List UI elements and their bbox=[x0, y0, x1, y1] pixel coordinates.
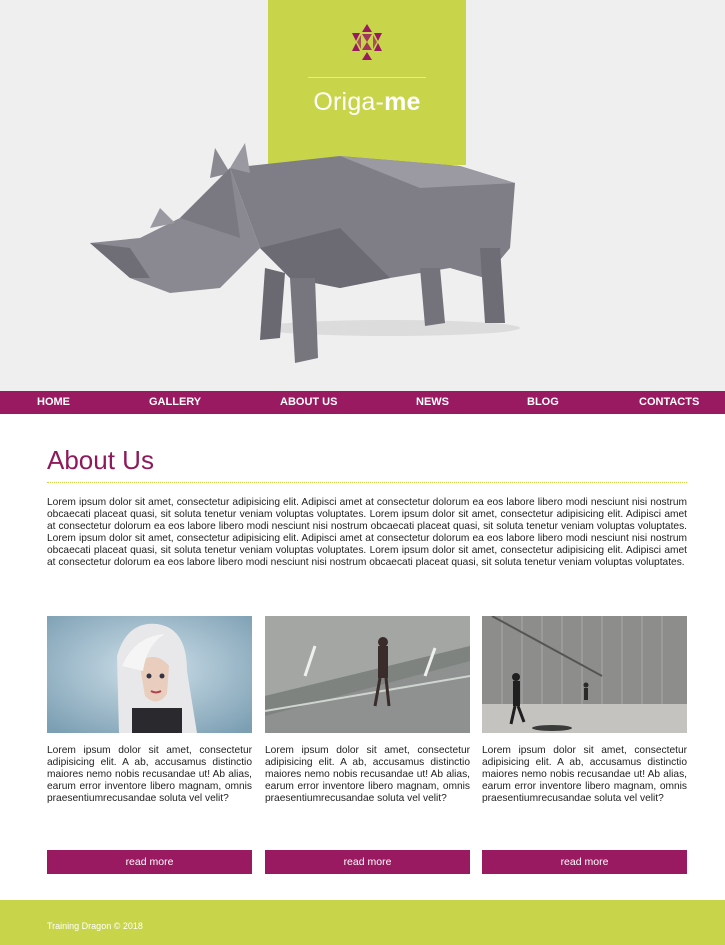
nav-contacts[interactable]: CONTACTS bbox=[639, 391, 699, 414]
nav-about-us[interactable]: ABOUT US bbox=[280, 391, 337, 414]
brand-name: Origa-me bbox=[268, 88, 466, 117]
title-divider bbox=[47, 482, 687, 483]
read-more-button[interactable]: read more bbox=[47, 850, 252, 874]
man-walking-road-photo bbox=[265, 616, 470, 733]
people-walking-building-photo bbox=[482, 616, 687, 733]
page-title: About Us bbox=[47, 445, 154, 475]
article-card: Lorem ipsum dolor sit amet, consectetur … bbox=[47, 616, 252, 874]
nav-news[interactable]: NEWS bbox=[416, 391, 449, 414]
article-card: Lorem ipsum dolor sit amet, consectetur … bbox=[265, 616, 470, 874]
woman-portrait-photo bbox=[47, 616, 252, 733]
intro-paragraph: Lorem ipsum dolor sit amet, consectetur … bbox=[47, 497, 687, 569]
card-text: Lorem ipsum dolor sit amet, consectetur … bbox=[265, 745, 470, 805]
star-logo-icon bbox=[352, 24, 382, 60]
nav-gallery[interactable]: GALLERY bbox=[149, 391, 201, 414]
nav-home[interactable]: HOME bbox=[37, 391, 70, 414]
card-text: Lorem ipsum dolor sit amet, consectetur … bbox=[482, 745, 687, 805]
card-text: Lorem ipsum dolor sit amet, consectetur … bbox=[47, 745, 252, 805]
footer: Training Dragon © 2018 bbox=[0, 900, 725, 945]
nav-blog[interactable]: BLOG bbox=[527, 391, 559, 414]
logo-divider bbox=[308, 77, 426, 78]
read-more-button[interactable]: read more bbox=[482, 850, 687, 874]
brand-name-bold: me bbox=[384, 88, 421, 116]
hero-banner: Origa-me bbox=[0, 0, 725, 391]
main-nav: HOME GALLERY ABOUT US NEWS BLOG CONTACTS bbox=[0, 391, 725, 414]
origami-rhino-image bbox=[90, 143, 520, 363]
brand-name-light: Origa- bbox=[313, 88, 385, 116]
article-card: Lorem ipsum dolor sit amet, consectetur … bbox=[482, 616, 687, 874]
read-more-button[interactable]: read more bbox=[265, 850, 470, 874]
copyright-text: Training Dragon © 2018 bbox=[47, 921, 143, 931]
